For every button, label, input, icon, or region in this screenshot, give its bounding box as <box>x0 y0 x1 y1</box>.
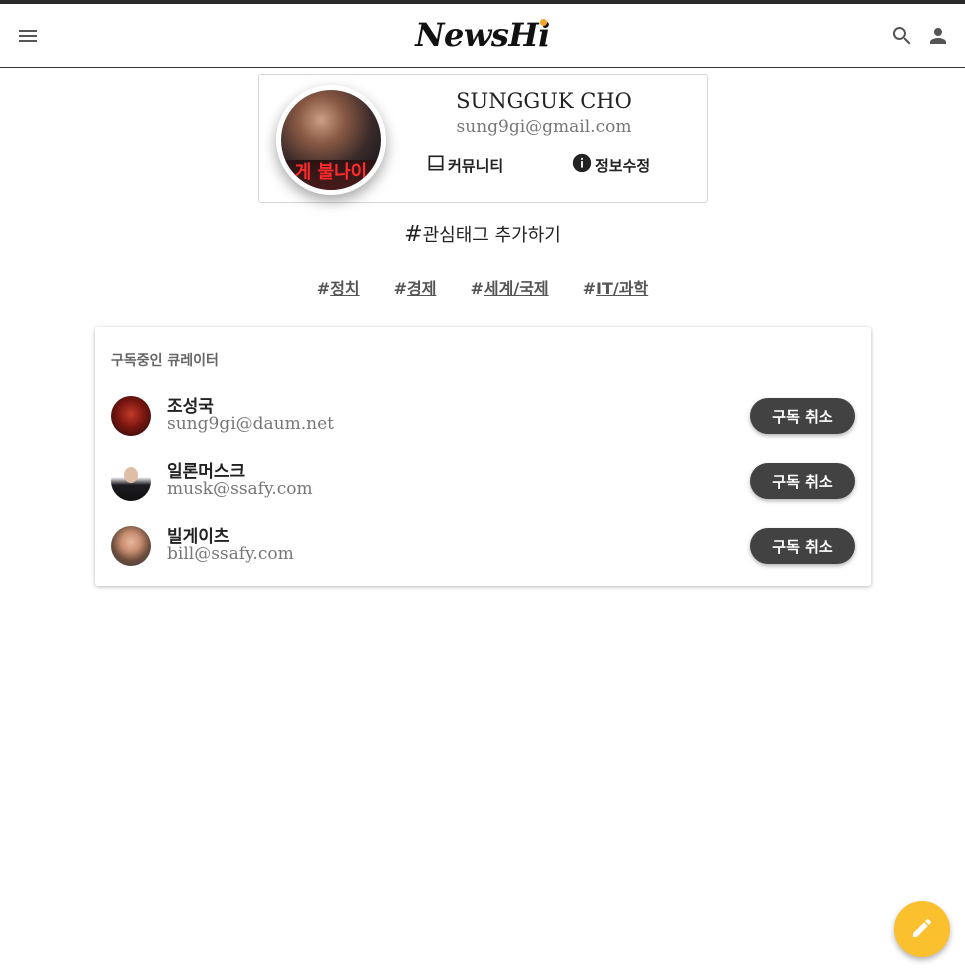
profile-card: 게 불나이 SUNGGUK CHO sung9gi@gmail.com 커뮤니티… <box>258 74 708 203</box>
community-icon <box>426 153 448 177</box>
tag-economy[interactable]: #경제 <box>394 275 437 299</box>
subscribed-curators-card: 구독중인 큐레이터 조성국 sung9gi@daum.net 구독 취소 일론머… <box>95 327 871 586</box>
list-item: 일론머스크 musk@ssafy.com 구독 취소 <box>95 453 871 509</box>
tag-hash: # <box>470 279 484 298</box>
avatar[interactable] <box>111 526 151 566</box>
write-fab-button[interactable] <box>894 901 950 957</box>
list-item: 조성국 sung9gi@daum.net 구독 취소 <box>95 388 871 444</box>
tag-label: 경제 <box>407 279 437 298</box>
tag-label: IT/과학 <box>596 279 649 298</box>
community-label: 커뮤니티 <box>448 156 504 175</box>
tag-label: 세계/국제 <box>483 279 549 298</box>
curator-email: bill@ssafy.com <box>167 544 294 564</box>
logo-dot <box>539 19 547 26</box>
avatar[interactable] <box>111 396 151 436</box>
edit-info-button[interactable]: 정보수정 <box>571 153 650 177</box>
edit-info-label: 정보수정 <box>595 156 651 175</box>
tag-it-science[interactable]: #IT/과학 <box>583 275 649 299</box>
tag-world[interactable]: #세계/국제 <box>471 275 549 299</box>
profile-avatar[interactable]: 게 불나이 <box>276 85 386 195</box>
avatar[interactable] <box>111 461 151 501</box>
search-icon[interactable] <box>890 24 914 48</box>
unsubscribe-button[interactable]: 구독 취소 <box>750 528 855 564</box>
tag-politics[interactable]: #정치 <box>317 275 360 299</box>
pencil-icon <box>910 916 934 943</box>
community-button[interactable]: 커뮤니티 <box>426 153 503 177</box>
tag-label: 정치 <box>330 279 360 298</box>
profile-email: sung9gi@gmail.com <box>456 117 632 137</box>
info-icon <box>571 152 595 178</box>
tag-hash: # <box>316 279 331 298</box>
add-interest-tag-button[interactable]: #관심태그 추가하기 <box>0 221 965 247</box>
curator-email: sung9gi@daum.net <box>167 414 334 434</box>
app-logo[interactable]: NewsHi <box>0 16 965 54</box>
unsubscribe-button[interactable]: 구독 취소 <box>750 398 855 434</box>
curators-title: 구독중인 큐레이터 <box>111 353 219 369</box>
avatar-caption: 게 불나이 <box>294 162 368 183</box>
unsubscribe-button[interactable]: 구독 취소 <box>750 463 855 499</box>
logo-text: NewsH <box>415 16 539 54</box>
add-tag-label: 관심태그 추가하기 <box>422 225 561 246</box>
profile-name: SUNGGUK CHO <box>456 89 632 113</box>
tag-hash: # <box>582 279 597 298</box>
interest-tag-list: #정치 #경제 #세계/국제 #IT/과학 <box>0 275 965 299</box>
app-header: NewsHi <box>0 4 965 68</box>
profile-avatar-image: 게 불나이 <box>281 90 381 190</box>
curator-email: musk@ssafy.com <box>167 479 313 499</box>
list-item: 빌게이츠 bill@ssafy.com 구독 취소 <box>95 518 871 574</box>
tag-hash: # <box>393 279 408 298</box>
account-icon[interactable] <box>926 24 950 48</box>
hash-symbol: # <box>404 222 423 247</box>
